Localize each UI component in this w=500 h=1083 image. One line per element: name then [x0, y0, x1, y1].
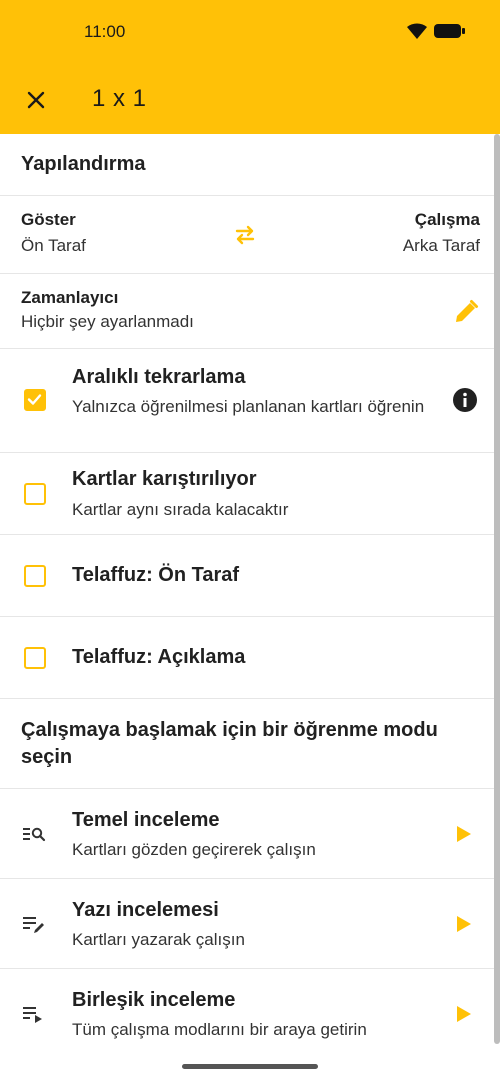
mode-title: Temel inceleme — [72, 809, 220, 831]
mode-title: Birleşik inceleme — [72, 989, 236, 1011]
option-subtitle: Kartlar aynı sırada kalacaktır — [72, 500, 289, 519]
show-value: Ön Taraf — [21, 236, 86, 255]
option-title: Kartlar karıştırılıyor — [72, 468, 257, 490]
study-label: Çalışma — [414, 210, 480, 229]
battery-icon — [434, 24, 465, 38]
mode-combined-review[interactable]: Birleşik inceleme Tüm çalışma modlarını … — [0, 969, 494, 1059]
study-side-selector[interactable]: Çalışma Arka Taraf — [403, 210, 480, 256]
configuration-heading: Yapılandırma — [0, 134, 494, 196]
option-shuffle[interactable]: Kartlar karıştırılıyor Kartlar aynı sıra… — [0, 453, 494, 535]
timer-row[interactable]: Zamanlayıcı Hiçbir şey ayarlanmadı — [0, 274, 494, 349]
list-search-icon — [23, 827, 46, 842]
swap-icon[interactable] — [232, 222, 258, 248]
page-title: 1 x 1 — [92, 85, 147, 112]
checkbox-checked[interactable] — [24, 389, 46, 411]
show-label: Göster — [21, 210, 76, 229]
close-button[interactable] — [22, 86, 50, 114]
play-arrow-icon — [457, 826, 471, 842]
mode-subtitle: Kartları gözden geçirerek çalışın — [72, 840, 316, 859]
mode-writing-review[interactable]: Yazı incelemesi Kartları yazarak çalışın — [0, 879, 494, 969]
mode-title: Yazı incelemesi — [72, 899, 219, 921]
timer-value: Hiçbir şey ayarlanmadı — [21, 312, 194, 331]
timer-label: Zamanlayıcı — [21, 288, 119, 307]
status-time: 11:00 — [84, 22, 126, 41]
play-arrow-icon — [457, 916, 471, 932]
checkbox-unchecked[interactable] — [24, 647, 46, 669]
info-icon[interactable] — [452, 387, 478, 413]
app-bar: 11:00 1 x 1 — [0, 0, 500, 134]
home-indicator[interactable] — [182, 1064, 318, 1069]
show-study-row: Göster Ön Taraf Çalışma Arka Taraf — [0, 196, 494, 274]
option-pronounce-description[interactable]: Telaffuz: Açıklama — [0, 617, 494, 699]
close-icon — [27, 91, 45, 109]
scrollbar[interactable] — [494, 134, 500, 1044]
option-title: Aralıklı tekrarlama — [72, 366, 246, 388]
option-subtitle: Yalnızca öğrenilmesi planlanan kartları … — [72, 397, 425, 416]
list-play-icon — [23, 1007, 42, 1023]
settings-list: Yapılandırma Göster Ön Taraf Çalışma Ark… — [0, 134, 494, 1059]
option-title: Telaffuz: Ön Taraf — [72, 564, 240, 586]
study-value: Arka Taraf — [402, 236, 480, 255]
option-title: Telaffuz: Açıklama — [72, 646, 246, 668]
checkbox-unchecked[interactable] — [24, 565, 46, 587]
option-spaced-repetition[interactable]: Aralıklı tekrarlama Yalnızca öğrenilmesi… — [0, 349, 494, 453]
pencil-icon[interactable] — [452, 298, 480, 326]
mode-basic-review[interactable]: Temel inceleme Kartları gözden geçirerek… — [0, 789, 494, 879]
mode-subtitle: Tüm çalışma modlarını bir araya getirin — [72, 1020, 367, 1039]
learning-mode-heading: Çalışmaya başlamak için bir öğrenme modu… — [0, 699, 494, 789]
wifi-icon — [407, 23, 427, 39]
status-icons — [406, 22, 466, 40]
checkmark-icon — [27, 394, 42, 405]
play-arrow-icon — [457, 1006, 471, 1022]
mode-subtitle: Kartları yazarak çalışın — [72, 930, 245, 949]
list-edit-icon — [23, 917, 44, 933]
show-side-selector[interactable]: Göster Ön Taraf — [21, 210, 86, 256]
option-pronounce-front[interactable]: Telaffuz: Ön Taraf — [0, 535, 494, 617]
checkbox-unchecked[interactable] — [24, 483, 46, 505]
